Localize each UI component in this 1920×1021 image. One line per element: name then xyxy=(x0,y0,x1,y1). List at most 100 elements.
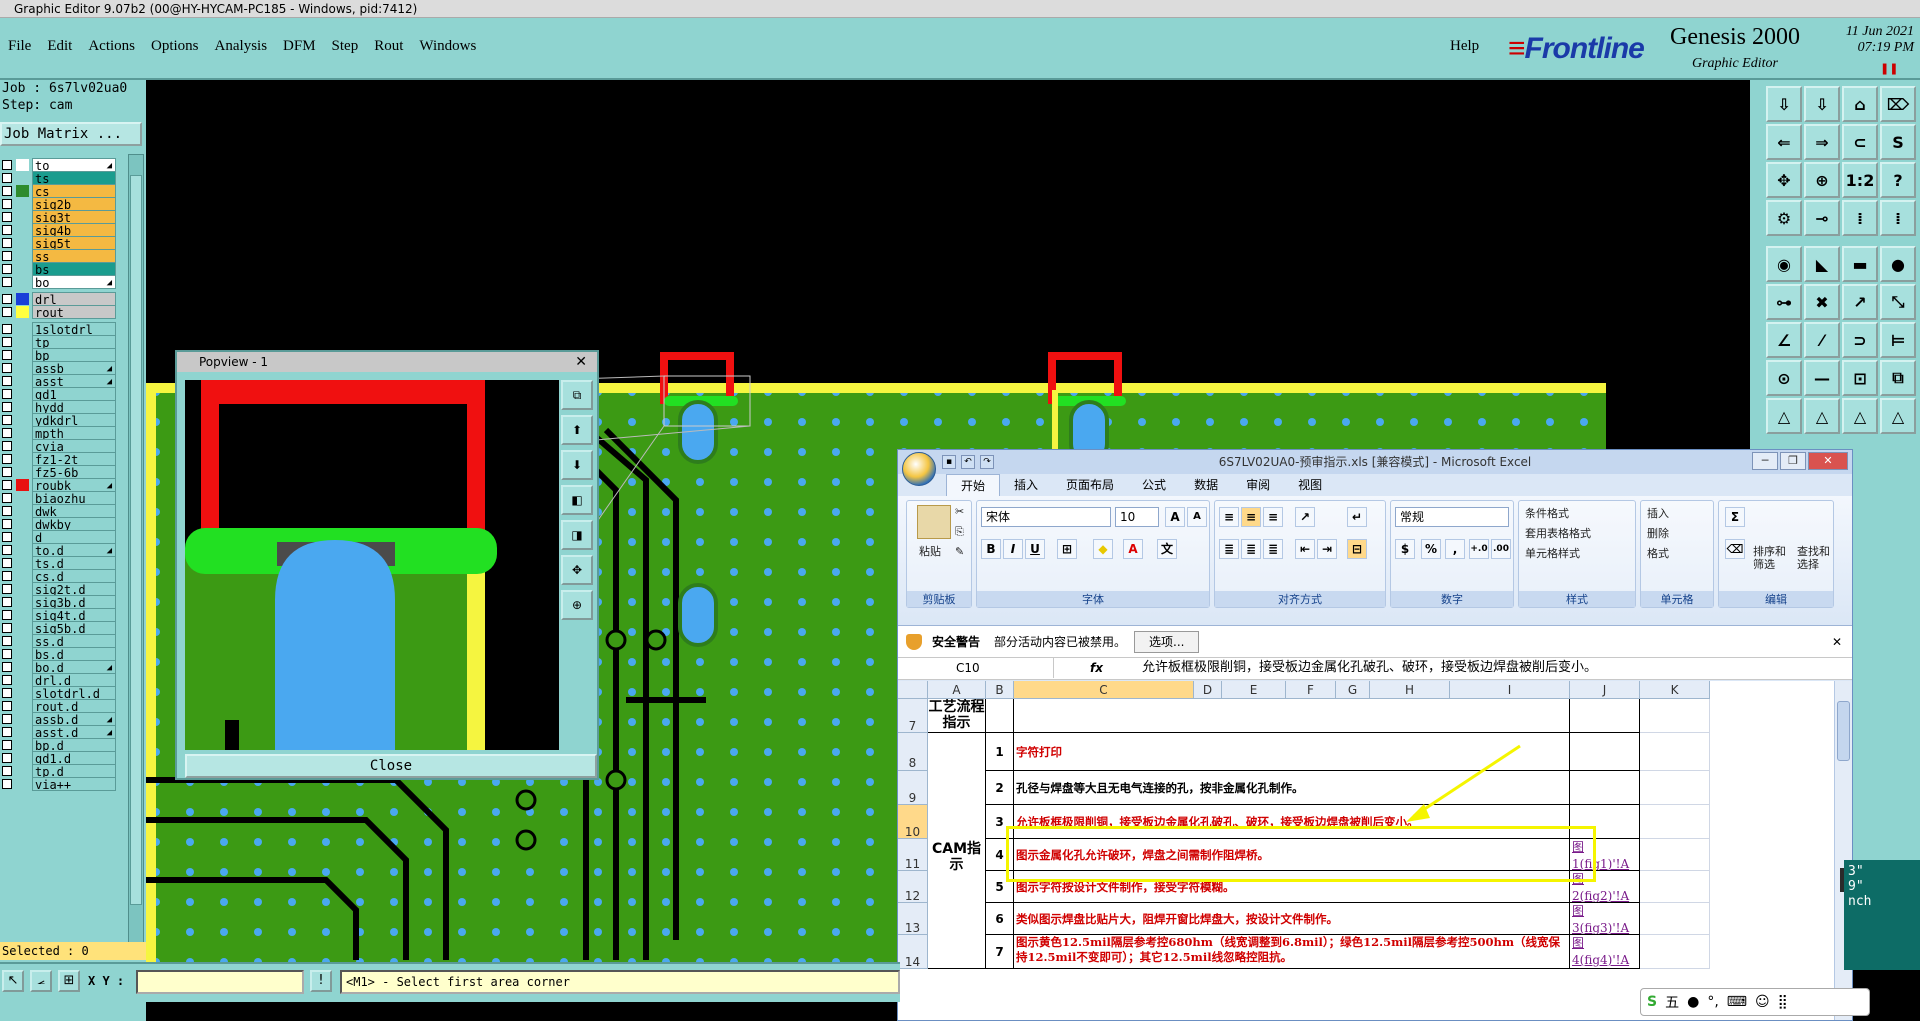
menu-file[interactable]: File xyxy=(0,38,39,55)
column-header[interactable]: I xyxy=(1450,681,1570,699)
underline-icon[interactable]: U xyxy=(1025,539,1045,559)
popview-expand-icon[interactable]: ✥ xyxy=(561,555,593,585)
find-select-button[interactable]: 查找和选择 xyxy=(1797,545,1833,571)
cell-content[interactable] xyxy=(1014,699,1570,733)
layer-checkbox[interactable] xyxy=(2,307,12,317)
cell-index[interactable] xyxy=(986,699,1014,733)
punctuation-icon[interactable]: °, xyxy=(1707,994,1718,1010)
row-header[interactable]: 10 xyxy=(898,805,928,839)
layer-checkbox[interactable] xyxy=(2,701,12,711)
layer-row[interactable]: asst.d ◢ xyxy=(0,725,118,740)
layer-row[interactable]: sig4t.d xyxy=(0,608,118,623)
tool-zoom-out-icon[interactable]: ⇩ xyxy=(1804,86,1840,122)
cell-empty[interactable] xyxy=(1640,733,1710,771)
layer-checkbox[interactable] xyxy=(2,532,12,542)
layer-name[interactable]: hydd xyxy=(32,400,116,415)
align-top-icon[interactable]: ≡ xyxy=(1219,507,1239,527)
percent-icon[interactable]: % xyxy=(1421,539,1441,559)
tool-surface-icon[interactable]: ⊡ xyxy=(1842,360,1878,396)
layer-checkbox[interactable] xyxy=(2,428,12,438)
column-header[interactable]: F xyxy=(1286,681,1336,699)
cell-empty[interactable] xyxy=(1640,871,1710,903)
layer-checkbox[interactable] xyxy=(2,506,12,516)
tool-pan-left-icon[interactable]: ⇐ xyxy=(1766,124,1802,160)
column-header[interactable]: J xyxy=(1570,681,1640,699)
layer-name[interactable]: gd1 xyxy=(32,387,116,402)
layer-row[interactable]: sig4b xyxy=(0,223,118,238)
insert-cells-button[interactable]: 插入 xyxy=(1647,505,1669,521)
popview-zoom-in-icon[interactable]: ⬆ xyxy=(561,415,593,445)
currency-icon[interactable]: $ xyxy=(1395,539,1415,559)
phonetic-icon[interactable]: 文 xyxy=(1157,539,1177,559)
popview-pan-right-icon[interactable]: ◨ xyxy=(561,520,593,550)
layer-name[interactable]: assb ◢ xyxy=(32,361,116,376)
layer-name[interactable]: ts xyxy=(32,171,116,186)
layer-checkbox[interactable] xyxy=(2,571,12,581)
layer-row[interactable]: sig2t.d xyxy=(0,582,118,597)
column-header[interactable]: B xyxy=(986,681,1014,699)
layer-name[interactable]: 1slotdrl xyxy=(32,322,116,337)
layer-name[interactable]: ss xyxy=(32,249,116,264)
layer-name[interactable]: dwkby xyxy=(32,517,116,532)
tool-copy-icon[interactable]: ⧉ xyxy=(1880,360,1916,396)
layer-row[interactable]: sig5b.d xyxy=(0,621,118,636)
layer-checkbox[interactable] xyxy=(2,584,12,594)
layer-name[interactable]: cs xyxy=(32,184,116,199)
format-painter-icon[interactable]: ✎ xyxy=(955,545,964,558)
column-header[interactable]: A xyxy=(928,681,986,699)
tool-pan-right-icon[interactable]: ⇒ xyxy=(1804,124,1840,160)
tool-delete-icon[interactable]: ✖ xyxy=(1804,284,1840,320)
ribbon-tab[interactable]: 公式 xyxy=(1128,474,1180,496)
layer-checkbox[interactable] xyxy=(2,337,12,347)
layer-checkbox[interactable] xyxy=(2,294,12,304)
column-header[interactable]: K xyxy=(1640,681,1710,699)
format-as-table-button[interactable]: 套用表格格式 xyxy=(1525,525,1591,541)
layer-name[interactable]: cvia xyxy=(32,439,116,454)
restore-icon[interactable]: ❐ xyxy=(1780,452,1806,470)
column-header[interactable]: D xyxy=(1194,681,1222,699)
ribbon-tab[interactable]: 插入 xyxy=(1000,474,1052,496)
layer-checkbox[interactable] xyxy=(2,376,12,386)
tool-scale-icon[interactable]: 1:2 xyxy=(1842,162,1878,198)
office-button-icon[interactable] xyxy=(902,452,936,486)
cut-icon[interactable]: ✂ xyxy=(955,505,964,518)
layer-name[interactable]: rout xyxy=(32,305,116,320)
layer-name[interactable]: to.d ◢ xyxy=(32,543,116,558)
layer-name[interactable]: rout.d xyxy=(32,699,116,714)
column-header[interactable]: H xyxy=(1370,681,1450,699)
popview-window[interactable]: Popview - 1 ✕ ⧉ ⬆ ⬇ ◧ ◨ ✥ ⊕ Close xyxy=(175,350,599,780)
layer-row[interactable]: cvia xyxy=(0,439,118,454)
layer-row[interactable]: to.d ◢ xyxy=(0,543,118,558)
layer-checkbox[interactable] xyxy=(2,649,12,659)
layer-name[interactable]: bp xyxy=(32,348,116,363)
layer-name[interactable]: bs.d xyxy=(32,647,116,662)
layer-name[interactable]: bp.d xyxy=(32,738,116,753)
info-icon[interactable]: ! xyxy=(310,970,332,992)
menu-actions[interactable]: Actions xyxy=(80,38,143,55)
layer-row[interactable]: ss.d xyxy=(0,634,118,649)
column-header[interactable]: C xyxy=(1014,681,1194,699)
popview-close-button[interactable]: Close xyxy=(185,754,597,778)
column-header[interactable]: E xyxy=(1222,681,1286,699)
layer-name[interactable]: drl xyxy=(32,292,116,307)
popview-center-icon[interactable]: ⊕ xyxy=(561,590,593,620)
layer-checkbox[interactable] xyxy=(2,597,12,607)
layer-checkbox[interactable] xyxy=(2,324,12,334)
layer-row[interactable]: fz5-6b xyxy=(0,465,118,480)
layer-row[interactable]: rout.d xyxy=(0,699,118,714)
menu-help[interactable]: Help xyxy=(1450,38,1479,55)
layer-row[interactable]: dwkby xyxy=(0,517,118,532)
layer-checkbox[interactable] xyxy=(2,714,12,724)
scroll-thumb[interactable] xyxy=(130,175,142,905)
menu-windows[interactable]: Windows xyxy=(411,38,484,55)
ime-mode[interactable]: 五 xyxy=(1665,992,1679,1012)
align-middle-icon[interactable]: ≡ xyxy=(1241,507,1261,527)
grow-font-icon[interactable]: A xyxy=(1165,507,1185,527)
layer-name[interactable]: ss.d xyxy=(32,634,116,649)
layer-checkbox[interactable] xyxy=(2,610,12,620)
process-header-cell[interactable]: 工艺流程指示 xyxy=(928,699,986,733)
sheet-scrollbar[interactable] xyxy=(1834,681,1852,1020)
layer-row[interactable]: hydd xyxy=(0,400,118,415)
wrap-text-icon[interactable]: ↵ xyxy=(1347,507,1367,527)
layer-name[interactable]: drl.d xyxy=(32,673,116,688)
